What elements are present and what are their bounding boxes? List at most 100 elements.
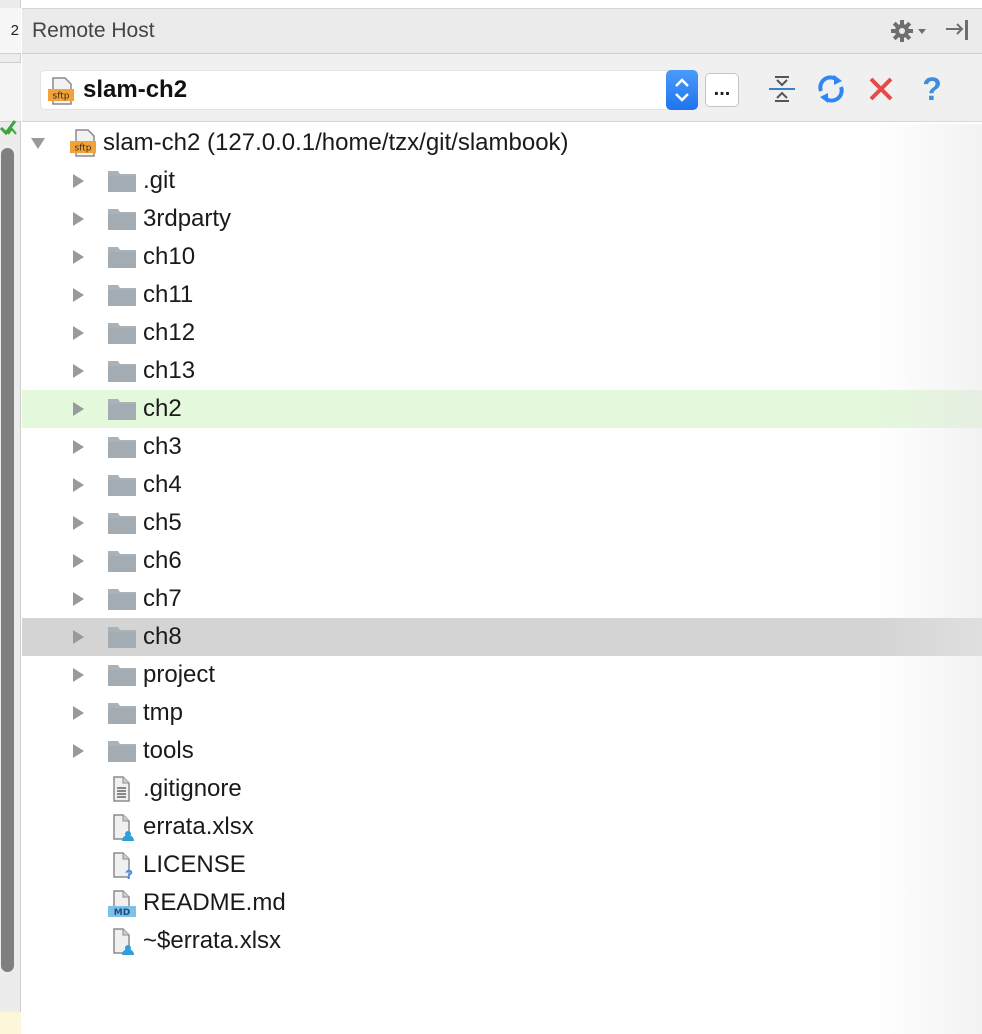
tree-item-label: LICENSE: [143, 851, 246, 878]
help-icon[interactable]: ?: [915, 71, 949, 107]
more-button[interactable]: ...: [705, 73, 739, 107]
editor-tab-fragment[interactable]: 2: [0, 8, 21, 54]
svg-text:?: ?: [922, 72, 942, 106]
expand-arrow-icon[interactable]: [70, 363, 86, 379]
expand-arrow-icon[interactable]: [70, 515, 86, 531]
tree-file-gitignore[interactable]: .gitignore: [22, 770, 982, 808]
expand-arrow-icon[interactable]: [70, 553, 86, 569]
tree-item-label: ch10: [143, 243, 196, 270]
remote-host-panel: Remote Host sftp slam-ch2 ... ? sftp sla…: [22, 0, 982, 1034]
tree-item-label: ch4: [143, 471, 182, 498]
expand-arrow-icon[interactable]: [70, 249, 86, 265]
delete-icon[interactable]: [864, 72, 898, 106]
tree-item-label: errata.xlsx: [143, 813, 254, 840]
folder-icon: [107, 585, 137, 613]
folder-icon: [107, 167, 137, 195]
expand-arrow-icon[interactable]: [70, 629, 86, 645]
svg-text:sftp: sftp: [75, 144, 92, 154]
refresh-icon[interactable]: [814, 72, 848, 106]
expand-arrow-icon[interactable]: [70, 743, 86, 759]
shared-file-icon: [107, 813, 137, 841]
unknown-file-icon: ?: [107, 851, 137, 882]
expand-arrow-icon[interactable]: [70, 173, 86, 189]
tree-item-label: ch2: [143, 395, 182, 422]
svg-text:?: ?: [125, 867, 133, 879]
tree-folder-ch5[interactable]: ch5: [22, 504, 982, 542]
expand-arrow-icon[interactable]: [30, 135, 46, 151]
tree-root-row[interactable]: sftp slam-ch2 (127.0.0.1/home/tzx/git/sla…: [22, 124, 982, 162]
gear-icon[interactable]: [890, 17, 932, 45]
tree-item-label: ch7: [143, 585, 182, 612]
tree-item-label: .git: [143, 167, 176, 194]
svg-text:MD: MD: [114, 908, 130, 917]
tree-file-license[interactable]: ? LICENSE: [22, 846, 982, 884]
tree-file-errata-xlsx[interactable]: errata.xlsx: [22, 808, 982, 846]
folder-icon: [107, 433, 137, 461]
tree-item-label: 3rdparty: [143, 205, 232, 232]
folder-icon: [107, 357, 137, 385]
expand-arrow-icon[interactable]: [70, 325, 86, 341]
sftp-icon: sftp: [47, 77, 75, 105]
tree-folder-3rdparty[interactable]: 3rdparty: [22, 200, 982, 238]
server-select[interactable]: sftp slam-ch2: [40, 70, 698, 110]
tree-item-label: ch13: [143, 357, 196, 384]
folder-icon: [107, 737, 137, 765]
tree-root-label: slam-ch2 (127.0.0.1/home/tzx/git/slamboo…: [103, 129, 569, 156]
scrollbar[interactable]: [1, 148, 14, 972]
tree-folder-tools[interactable]: tools: [22, 732, 982, 770]
tree-item-label: ch3: [143, 433, 182, 460]
folder-icon: [107, 699, 137, 727]
tree-folder-tmp[interactable]: tmp: [22, 694, 982, 732]
folder-icon: [107, 661, 137, 689]
folder-icon: [107, 623, 137, 651]
tree-folder-git[interactable]: .git: [22, 162, 982, 200]
tree-item-label: ~$errata.xlsx: [143, 927, 282, 954]
expand-arrow-icon[interactable]: [70, 401, 86, 417]
expand-arrow-icon[interactable]: [70, 211, 86, 227]
tree-folder-ch6[interactable]: ch6: [22, 542, 982, 580]
tree-folder-project[interactable]: project: [22, 656, 982, 694]
tree-item-label: ch5: [143, 509, 182, 536]
folder-icon: [107, 547, 137, 575]
tree-folder-ch10[interactable]: ch10: [22, 238, 982, 276]
tree-folder-ch12[interactable]: ch12: [22, 314, 982, 352]
hide-panel-icon[interactable]: [944, 17, 974, 45]
tree-folder-ch8[interactable]: ch8: [22, 618, 982, 656]
tree-file-errata-xlsx[interactable]: ~$errata.xlsx: [22, 922, 982, 960]
tree-item-label: ch8: [143, 623, 182, 650]
folder-icon: [107, 205, 137, 233]
checkmark-icon: [0, 116, 21, 140]
tree-item-label: tmp: [143, 699, 184, 726]
left-gutter: 2: [0, 0, 21, 1034]
svg-text:sftp: sftp: [53, 92, 70, 102]
tree-folder-ch11[interactable]: ch11: [22, 276, 982, 314]
tree-item-label: ch6: [143, 547, 182, 574]
remote-host-toolbar: sftp slam-ch2 ... ?: [22, 54, 982, 122]
collapse-all-icon[interactable]: [765, 72, 799, 106]
markdown-file-icon: MD: [107, 889, 137, 918]
text-file-icon: [107, 775, 137, 803]
chevron-updown-icon[interactable]: [666, 70, 698, 110]
tree-folder-ch7[interactable]: ch7: [22, 580, 982, 618]
folder-icon: [107, 281, 137, 309]
expand-arrow-icon[interactable]: [70, 705, 86, 721]
folder-icon: [107, 509, 137, 537]
tree-item-label: .gitignore: [143, 775, 242, 802]
tree-item-label: README.md: [143, 889, 286, 916]
tree-folder-ch2[interactable]: ch2: [22, 390, 982, 428]
folder-icon: [107, 243, 137, 271]
expand-arrow-icon[interactable]: [70, 667, 86, 683]
expand-arrow-icon[interactable]: [70, 287, 86, 303]
expand-arrow-icon[interactable]: [70, 439, 86, 455]
tree-item-label: ch11: [143, 281, 194, 308]
tree-folder-ch13[interactable]: ch13: [22, 352, 982, 390]
folder-icon: [107, 319, 137, 347]
tree-folder-ch3[interactable]: ch3: [22, 428, 982, 466]
tree-file-readme-md[interactable]: MD README.md: [22, 884, 982, 922]
remote-file-tree: sftp slam-ch2 (127.0.0.1/home/tzx/git/sla…: [22, 124, 982, 1034]
panel-title: Remote Host: [32, 19, 155, 42]
expand-arrow-icon[interactable]: [70, 591, 86, 607]
tree-folder-ch4[interactable]: ch4: [22, 466, 982, 504]
expand-arrow-icon[interactable]: [70, 477, 86, 493]
folder-icon: [107, 395, 137, 423]
